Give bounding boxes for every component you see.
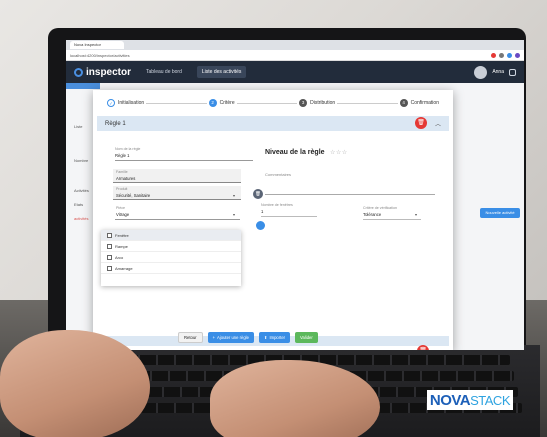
step-connector xyxy=(236,102,298,104)
profile-icon[interactable] xyxy=(515,52,520,58)
rule-name-label: Nom de la règle xyxy=(115,147,141,151)
bg-label: Nombre xyxy=(74,158,89,163)
rule-name-input[interactable]: Règle 1 xyxy=(115,153,129,158)
rule-panel-header[interactable]: Règle 1 🗑 ︿ xyxy=(97,116,449,131)
modal-footer: Retour + Ajouter une règle ⬆ Importer Va… xyxy=(178,332,318,343)
logout-icon[interactable] xyxy=(509,68,516,76)
import-button[interactable]: ⬆ Importer xyxy=(258,332,291,343)
checkbox[interactable] xyxy=(107,265,112,271)
chevron-down-icon[interactable]: ▾ xyxy=(415,212,417,217)
back-button[interactable]: Retour xyxy=(178,332,203,343)
bg-label: Activités xyxy=(74,188,89,193)
bg-label: Liste xyxy=(74,124,83,129)
piece-underline xyxy=(115,219,240,220)
product-value: Sécurité, Sanitaire xyxy=(116,193,151,198)
menu-item-fenetre[interactable]: Fenêtre xyxy=(101,230,241,241)
verify-criteria-label: Critère de vérification xyxy=(363,206,397,210)
step-label: Distribution xyxy=(310,100,336,106)
checkbox[interactable] xyxy=(107,232,112,238)
plus-icon: + xyxy=(212,335,216,340)
upload-icon: ⬆ xyxy=(263,335,268,340)
user-menu[interactable]: Anna xyxy=(474,65,516,79)
menu-item-label: Amarrage xyxy=(115,265,133,271)
bg-label: Etats xyxy=(74,202,84,207)
step-label: Critère xyxy=(219,100,235,106)
wizard-stepper: ✓ Initialisation 2 Critère 3 Distributio… xyxy=(93,90,453,116)
extension-icon[interactable] xyxy=(507,52,512,58)
window-count-input[interactable]: 1 xyxy=(261,209,263,214)
delete-rule-button[interactable]: 🗑 xyxy=(415,117,427,129)
menu-item-label: Fenêtre xyxy=(115,232,129,238)
extension-icon[interactable] xyxy=(491,52,496,58)
brand-part-2: STACK xyxy=(470,392,510,408)
browser-tabstrip: Nova Inspector xyxy=(66,40,524,50)
app-logo[interactable]: inspector xyxy=(74,67,131,78)
step-critere[interactable]: 2 Critère xyxy=(206,99,237,107)
logo-icon xyxy=(74,67,83,77)
piece-value[interactable]: Vitrage xyxy=(116,212,129,217)
step-connector xyxy=(337,102,398,104)
novastack-logo: NOVA STACK xyxy=(426,390,513,410)
window-count-label: Nombre de fenêtres xyxy=(261,203,293,207)
menu-item-rampe[interactable]: Rampe xyxy=(101,241,241,252)
step-label: Initialisation xyxy=(118,100,145,106)
checkbox[interactable] xyxy=(107,243,112,249)
family-label: Famille xyxy=(116,170,128,174)
verify-criteria-underline xyxy=(363,219,421,220)
piece-dropdown-menu: Fenêtre Rampe Arco Amarrage xyxy=(101,230,241,286)
rule-modal: ✓ Initialisation 2 Critère 3 Distributio… xyxy=(93,90,453,350)
step-connector xyxy=(146,102,207,104)
brand-part-1: NOVA xyxy=(429,391,471,409)
extension-icons xyxy=(491,52,520,58)
rule-level-title: Niveau de la règle xyxy=(265,149,325,156)
browser-url-bar[interactable]: localhost:4200/inspector/activities xyxy=(66,50,524,61)
add-criteria-button[interactable] xyxy=(256,221,265,230)
step-confirmation[interactable]: 4 Confirmation xyxy=(397,99,441,107)
star-rating[interactable]: ☆☆☆ xyxy=(330,149,348,156)
import-label: Importer xyxy=(269,335,286,340)
nav-dashboard[interactable]: Tableau de bord xyxy=(141,66,187,78)
checkbox[interactable] xyxy=(107,254,112,260)
menu-item-label: Arco xyxy=(115,254,124,260)
chevron-up-icon[interactable]: ︿ xyxy=(435,119,441,128)
chevron-down-icon[interactable]: ▾ xyxy=(233,212,235,217)
avatar[interactable] xyxy=(474,65,488,79)
url-text[interactable]: localhost:4200/inspector/activities xyxy=(70,53,130,58)
comments-label: Commentaires xyxy=(265,172,292,177)
rule-title: Règle 1 xyxy=(105,120,126,127)
comments-textarea[interactable] xyxy=(265,194,435,195)
add-rule-button[interactable]: + Ajouter une règle xyxy=(207,332,254,343)
rule-name-underline xyxy=(115,160,253,161)
delete-rule-2-button[interactable]: 🗑 xyxy=(417,345,429,350)
step-number: 2 xyxy=(208,99,217,107)
browser-tab[interactable]: Nova Inspector xyxy=(70,41,124,49)
family-value: Armatures xyxy=(116,176,136,181)
verify-criteria-value[interactable]: Tolérance xyxy=(363,212,381,217)
user-name: Anna xyxy=(492,69,504,75)
extension-icon[interactable] xyxy=(499,52,504,58)
step-initialisation[interactable]: ✓ Initialisation xyxy=(105,99,147,107)
menu-item-amarrage[interactable]: Amarrage xyxy=(101,263,241,274)
bg-label: activités xyxy=(74,216,89,221)
menu-item-arco[interactable]: Arco xyxy=(101,252,241,263)
add-rule-label: Ajouter une règle xyxy=(217,335,249,340)
chevron-down-icon[interactable]: ▾ xyxy=(233,193,235,198)
step-label: Confirmation xyxy=(410,100,439,106)
laptop-screen: Nova Inspector localhost:4200/inspector/… xyxy=(66,40,524,350)
product-label: Produit xyxy=(116,187,128,191)
menu-item-label: Rampe xyxy=(115,243,128,249)
trash-icon[interactable]: 🗑 xyxy=(253,189,263,199)
check-icon: ✓ xyxy=(107,99,115,107)
app-header: inspector Tableau de bord Liste des acti… xyxy=(66,61,524,83)
sub-nav-accent xyxy=(66,83,100,89)
step-number: 4 xyxy=(399,99,408,107)
step-number: 3 xyxy=(299,99,308,107)
logo-text: inspector xyxy=(86,66,132,78)
new-activity-button[interactable]: Nouvelle activité xyxy=(480,208,520,218)
step-distribution[interactable]: 3 Distribution xyxy=(297,99,338,107)
nav-activities[interactable]: Liste des activités xyxy=(196,66,247,78)
window-count-underline xyxy=(261,216,317,217)
validate-button[interactable]: Valider xyxy=(295,332,318,343)
piece-label: Pièce xyxy=(116,206,125,210)
